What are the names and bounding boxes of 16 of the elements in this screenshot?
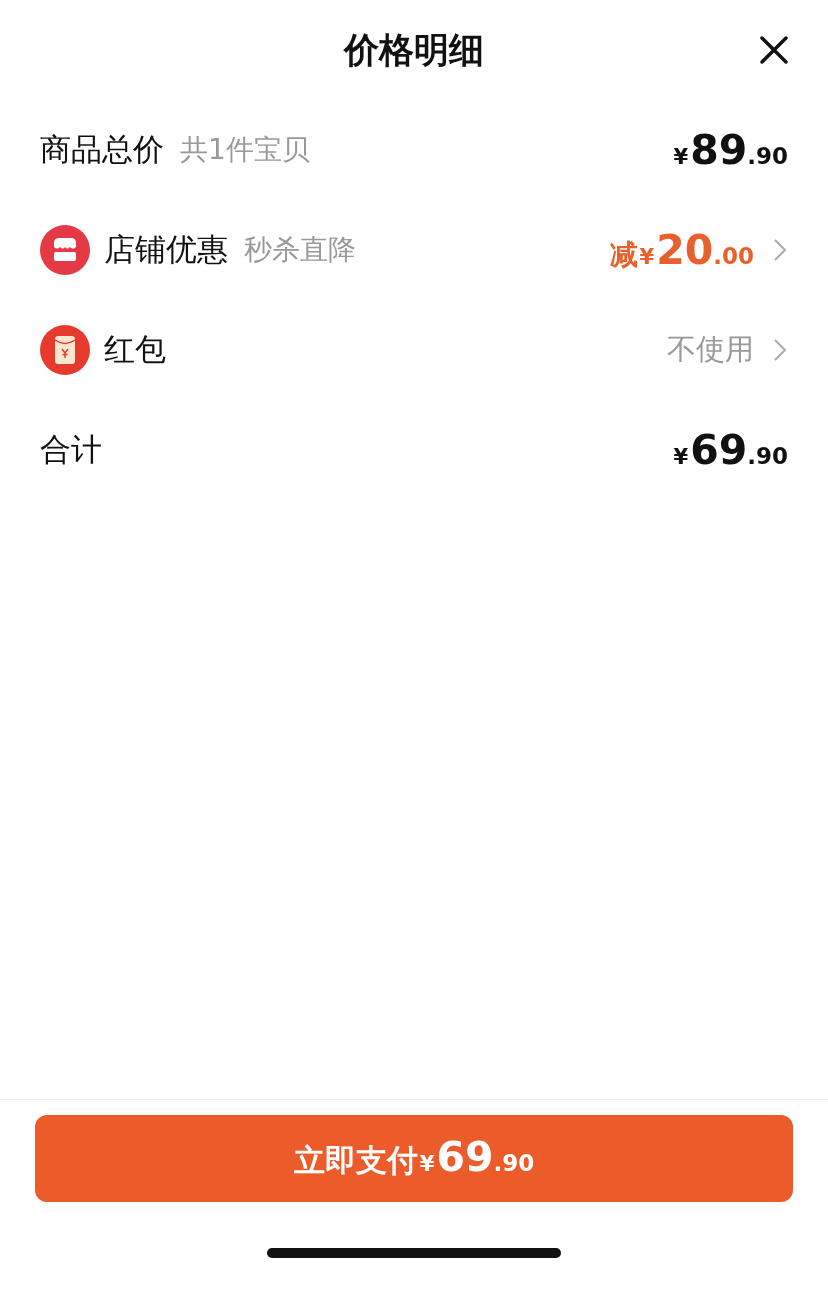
sheet-title: 价格明细	[344, 28, 484, 72]
chevron-icon[interactable]	[772, 337, 788, 363]
price: 减¥20.00	[609, 226, 754, 274]
envelope-icon	[40, 325, 90, 375]
row-label: 商品总价	[40, 130, 164, 169]
price: ¥89.90	[672, 126, 788, 174]
row-label: 红包	[104, 330, 166, 369]
shop-icon	[40, 225, 90, 275]
row-note: 共1件宝贝	[180, 132, 310, 168]
pay-button[interactable]: 立即支付¥69.90	[35, 1115, 793, 1202]
price: ¥69.90	[672, 426, 788, 474]
row-label: 店铺优惠	[104, 230, 228, 269]
row-note: 秒杀直降	[244, 232, 356, 268]
row-label: 合计	[40, 430, 102, 469]
row-value[interactable]: 不使用	[667, 330, 754, 370]
chevron-icon[interactable]	[772, 237, 788, 263]
